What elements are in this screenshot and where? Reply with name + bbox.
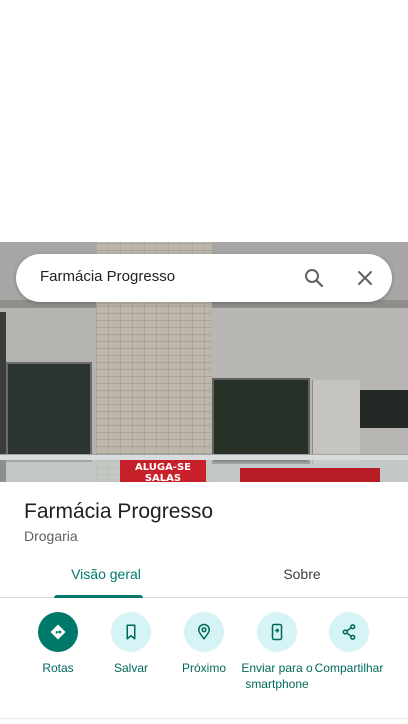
place-title: Farmácia Progresso: [24, 500, 214, 523]
nearby-icon: [184, 612, 224, 652]
search-input[interactable]: Farmácia Progresso: [40, 268, 175, 285]
share-label: Compartilhar: [314, 661, 384, 675]
share-button[interactable]: Compartilhar: [311, 612, 387, 676]
photo-window: [360, 390, 408, 428]
close-icon[interactable]: [353, 266, 377, 290]
divider: [0, 718, 408, 719]
save-button[interactable]: Salvar: [93, 612, 169, 676]
save-label: Salvar: [113, 661, 148, 675]
nearby-label: Próximo: [181, 661, 226, 675]
photo-sign: ALUGA-SE SALAS COMERCIAIS: [120, 460, 206, 482]
share-icon: [329, 612, 369, 652]
directions-label: Rotas: [42, 661, 74, 675]
place-sheet: Farmácia Progresso Drogaria Visão geral …: [0, 482, 408, 724]
directions-icon: [38, 612, 78, 652]
send-to-phone-label: Enviar para o smartphone: [241, 661, 313, 691]
send-to-phone-button[interactable]: Enviar para o smartphone: [239, 612, 315, 692]
nearby-button[interactable]: Próximo: [166, 612, 242, 676]
send-to-phone-icon: [257, 612, 297, 652]
action-row: Rotas Salvar Próximo Enviar para o smart…: [0, 612, 408, 712]
active-tab-indicator: [54, 595, 143, 598]
search-icon[interactable]: [302, 266, 326, 290]
search-bar[interactable]: Farmácia Progresso: [16, 254, 392, 302]
tab-overview[interactable]: Visão geral: [54, 566, 158, 582]
directions-button[interactable]: Rotas: [20, 612, 96, 676]
place-category[interactable]: Drogaria: [24, 528, 78, 544]
tab-bar: Visão geral Sobre: [0, 560, 408, 598]
photo-window: [212, 378, 310, 464]
photo-sign-secondary: [240, 468, 380, 482]
photo-panel: [312, 380, 360, 464]
map-area[interactable]: [0, 0, 408, 242]
bookmark-icon: [111, 612, 151, 652]
photo-window: [6, 362, 92, 462]
tab-about[interactable]: Sobre: [250, 566, 354, 582]
